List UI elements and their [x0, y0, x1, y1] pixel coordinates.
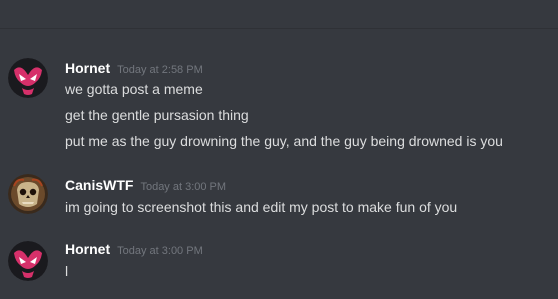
message-header: CanisWTF Today at 3:00 PM	[65, 177, 226, 195]
username[interactable]: Hornet	[65, 241, 110, 257]
hornet-avatar-icon[interactable]	[8, 58, 48, 98]
message-text: get the gentle pursasion thing	[65, 107, 249, 123]
timestamp[interactable]: Today at 3:00 PM	[140, 181, 226, 193]
message-text: im going to screenshot this and edit my …	[65, 199, 458, 215]
chat-top-divider	[0, 28, 558, 29]
message-text: put me as the guy drowning the guy, and …	[65, 133, 503, 149]
message-header: Hornet Today at 2:58 PM	[65, 60, 203, 78]
message-header: Hornet Today at 3:00 PM	[65, 241, 203, 259]
message-text: we gotta post a meme	[65, 81, 203, 97]
username[interactable]: Hornet	[65, 60, 110, 76]
canis-avatar-icon[interactable]	[8, 174, 48, 214]
message-text: l	[65, 263, 69, 279]
timestamp[interactable]: Today at 2:58 PM	[117, 64, 203, 76]
username[interactable]: CanisWTF	[65, 177, 133, 193]
hornet-avatar-icon[interactable]	[8, 241, 48, 281]
timestamp[interactable]: Today at 3:00 PM	[117, 245, 203, 257]
